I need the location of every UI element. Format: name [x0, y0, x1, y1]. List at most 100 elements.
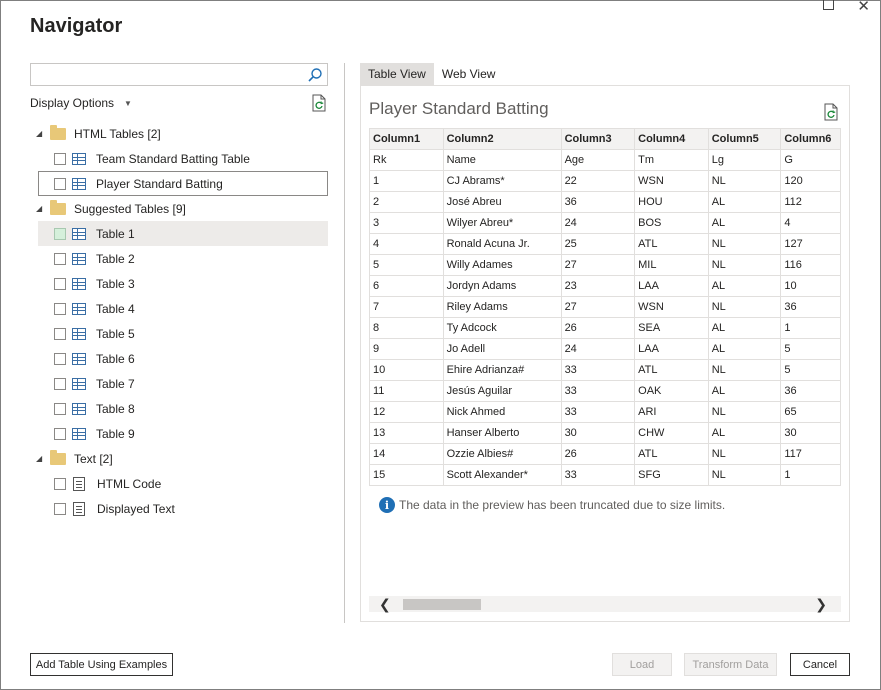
table-cell: 24 [560, 212, 636, 234]
refresh-icon[interactable] [311, 94, 327, 112]
close-icon[interactable]: ✕ [857, 0, 870, 15]
tree-item-table-6[interactable]: Table 6 [30, 346, 330, 371]
table-cell: José Abreu [442, 191, 562, 213]
tree-item-team-standard-batting-table[interactable]: Team Standard Batting Table [30, 146, 330, 171]
item-checkbox[interactable] [54, 377, 66, 390]
load-button[interactable]: Load [612, 653, 672, 676]
table-cell: 33 [560, 464, 636, 486]
table-cell: 36 [780, 296, 841, 318]
refresh-icon[interactable] [823, 103, 839, 121]
expand-icon[interactable]: ◢ [36, 204, 46, 213]
tree-item-table-5[interactable]: Table 5 [30, 321, 330, 346]
scroll-right-icon[interactable]: ❯ [815, 596, 827, 612]
tree-item-table-2[interactable]: Table 2 [30, 246, 330, 271]
search-icon[interactable] [307, 67, 323, 83]
tree-item-table-3[interactable]: Table 3 [30, 271, 330, 296]
table-cell: 10 [780, 275, 841, 297]
header-row: Column1 Column2 Column3 Column4 Column5 Colum… [369, 128, 841, 150]
table-cell: 116 [780, 254, 841, 276]
item-checkbox[interactable] [54, 477, 66, 490]
table-row: 4 Ronald Acuna Jr. 25 ATL NL 127 [369, 233, 841, 255]
column-header[interactable]: Column4 [634, 128, 709, 150]
document-icon [73, 501, 85, 516]
item-checkbox[interactable] [54, 227, 66, 240]
tree-item-player-standard-batting[interactable]: Player Standard Batting [38, 171, 328, 196]
tree-item-table-1[interactable]: Table 1 [38, 221, 328, 246]
scroll-left-icon[interactable]: ❮ [379, 596, 391, 612]
tree-item-displayed-text[interactable]: Displayed Text [30, 496, 330, 521]
group-label: Text [2] [74, 451, 113, 466]
table-cell: NL [707, 296, 782, 318]
tree-group-html-tables[interactable]: ◢ HTML Tables [2] [30, 121, 330, 146]
tree-item-html-code[interactable]: HTML Code [30, 471, 330, 496]
item-checkbox[interactable] [54, 252, 66, 265]
tree-group-text[interactable]: ◢ Text [2] [30, 446, 330, 471]
table-cell: OAK [634, 380, 709, 402]
horizontal-scrollbar[interactable]: ❮ ❯ [369, 596, 841, 612]
table-row: 10 Ehire Adrianza# 33 ATL NL 5 [369, 359, 841, 381]
tree-group-suggested-tables[interactable]: ◢ Suggested Tables [9] [30, 196, 330, 221]
item-checkbox[interactable] [54, 302, 66, 315]
tab-web-view[interactable]: Web View [434, 63, 504, 85]
tree-item-table-4[interactable]: Table 4 [30, 296, 330, 321]
column-header[interactable]: Column6 [780, 128, 841, 150]
table-cell: 30 [780, 422, 841, 444]
table-cell: Lg [707, 149, 782, 171]
table-row: 14 Ozzie Albies# 26 ATL NL 117 [369, 443, 841, 465]
tab-table-view[interactable]: Table View [360, 63, 434, 85]
item-checkbox[interactable] [54, 327, 66, 340]
expand-icon[interactable]: ◢ [36, 454, 46, 463]
folder-icon [50, 124, 66, 140]
table-cell: 25 [560, 233, 636, 255]
item-checkbox[interactable] [54, 177, 66, 190]
column-header[interactable]: Column2 [442, 128, 562, 150]
table-icon [72, 352, 86, 365]
table-icon [72, 177, 86, 190]
table-cell: 4 [780, 212, 841, 234]
maximize-icon[interactable] [823, 0, 834, 10]
table-row: Rk Name Age Tm Lg G [369, 149, 841, 171]
tree-item-table-9[interactable]: Table 9 [30, 421, 330, 446]
table-row: 6 Jordyn Adams 23 LAA AL 10 [369, 275, 841, 297]
table-cell: 6 [369, 275, 444, 297]
preview-grid[interactable]: Column1 Column2 Column3 Column4 Column5 Colum… [369, 128, 841, 488]
column-header[interactable]: Column5 [707, 128, 782, 150]
chevron-down-icon: ▼ [124, 98, 132, 108]
table-cell: 8 [369, 317, 444, 339]
cancel-button[interactable]: Cancel [790, 653, 850, 676]
item-checkbox[interactable] [54, 277, 66, 290]
table-cell: 2 [369, 191, 444, 213]
column-header[interactable]: Column1 [369, 128, 444, 150]
table-cell: 36 [780, 380, 841, 402]
item-checkbox[interactable] [54, 352, 66, 365]
tree-item-table-7[interactable]: Table 7 [30, 371, 330, 396]
table-cell: BOS [634, 212, 709, 234]
item-checkbox[interactable] [54, 152, 66, 165]
expand-icon[interactable]: ◢ [36, 129, 46, 138]
search-input[interactable] [30, 63, 328, 86]
scroll-thumb[interactable] [403, 599, 481, 610]
pane-divider[interactable] [344, 63, 345, 623]
item-checkbox[interactable] [54, 427, 66, 440]
table-cell: 65 [780, 401, 841, 423]
folder-icon [50, 449, 66, 465]
add-table-using-examples-button[interactable]: Add Table Using Examples [30, 653, 173, 676]
table-cell: HOU [634, 191, 709, 213]
table-cell: 27 [560, 254, 636, 276]
table-cell: LAA [634, 338, 709, 360]
item-checkbox[interactable] [54, 402, 66, 415]
table-cell: 7 [369, 296, 444, 318]
column-header[interactable]: Column3 [560, 128, 636, 150]
table-cell: 1 [780, 464, 841, 486]
table-cell: NL [707, 401, 782, 423]
table-cell: 112 [780, 191, 841, 213]
table-icon [72, 377, 86, 390]
transform-data-button[interactable]: Transform Data [684, 653, 777, 676]
item-checkbox[interactable] [54, 502, 66, 515]
tree-item-table-8[interactable]: Table 8 [30, 396, 330, 421]
table-row: 12 Nick Ahmed 33 ARI NL 65 [369, 401, 841, 423]
display-options-dropdown[interactable]: Display Options ▼ [30, 96, 132, 110]
table-cell: ATL [634, 443, 709, 465]
table-cell: Age [560, 149, 636, 171]
table-row: 2 José Abreu 36 HOU AL 112 [369, 191, 841, 213]
